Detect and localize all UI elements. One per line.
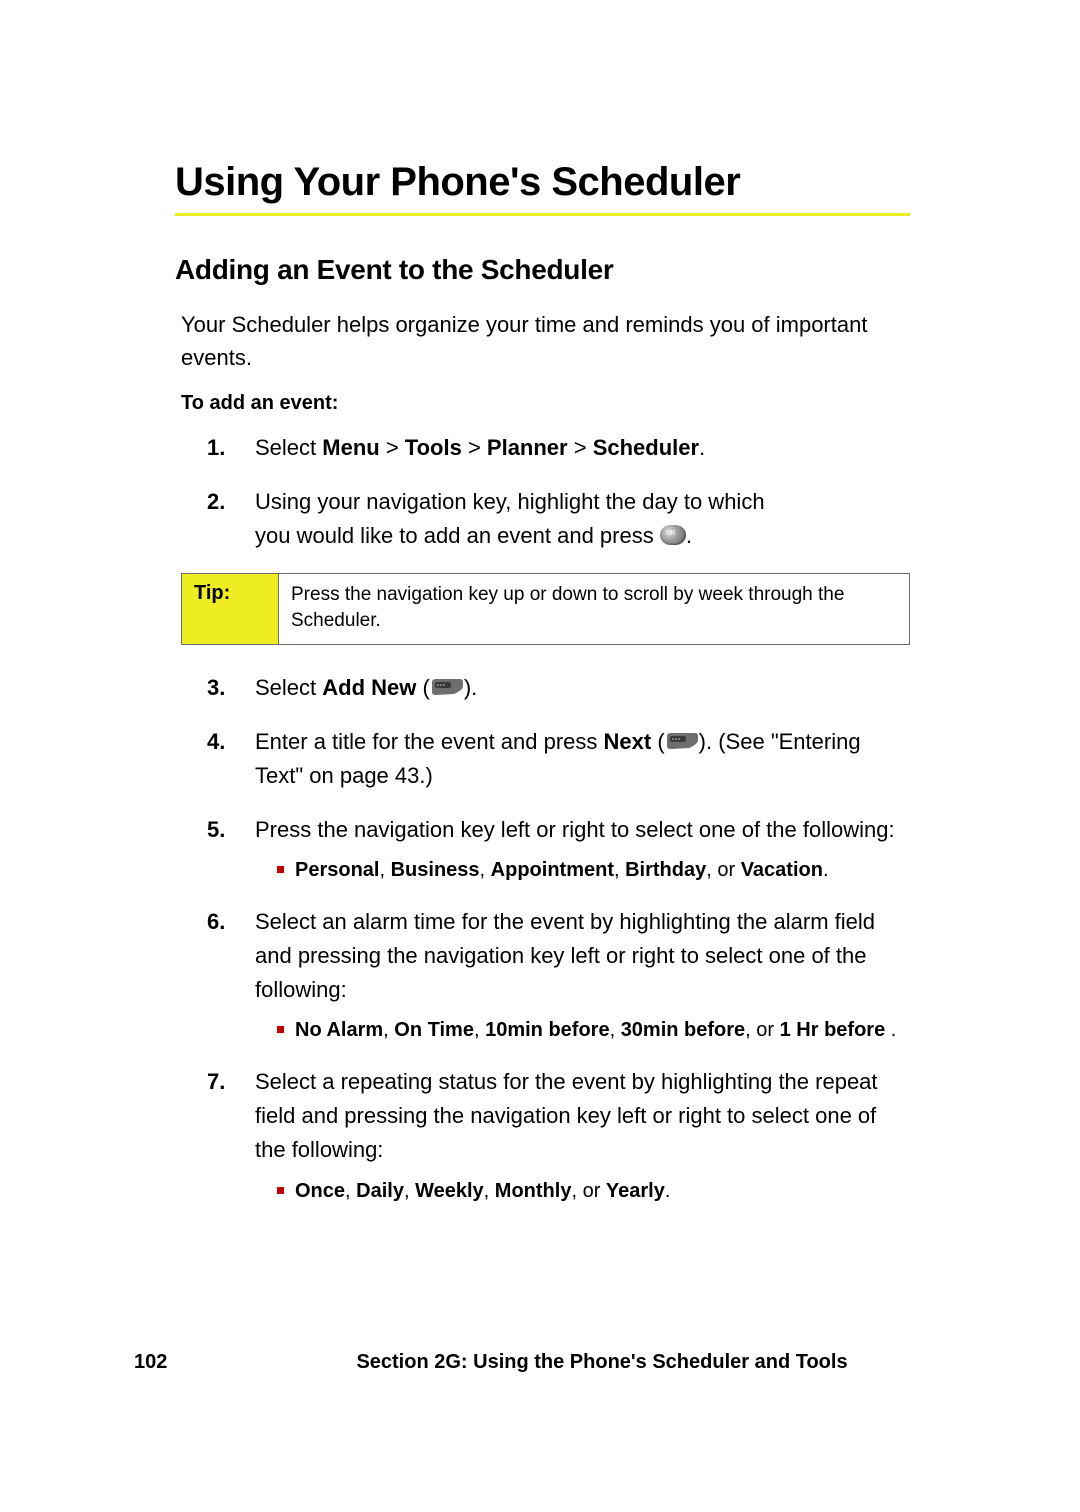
sep: > xyxy=(568,435,593,460)
step-text: Select a repeating status for the event … xyxy=(255,1069,878,1162)
step-3: Select Add New (). xyxy=(231,671,910,705)
title-rule xyxy=(175,213,910,216)
sep: > xyxy=(462,435,487,460)
intro-paragraph: Your Scheduler helps organize your time … xyxy=(181,308,910,374)
option-once: Once xyxy=(295,1180,345,1202)
procedure-lead: To add an event: xyxy=(181,392,910,415)
step-1: Select Menu > Tools > Planner > Schedule… xyxy=(231,431,910,465)
open-paren: ( xyxy=(416,675,429,700)
option-ontime: On Time xyxy=(394,1019,474,1041)
step-text: you would like to add an event and press xyxy=(255,523,660,548)
punct: . xyxy=(699,435,705,460)
ok-key-icon xyxy=(660,525,686,545)
option-business: Business xyxy=(391,859,480,881)
step-5: Press the navigation key left or right t… xyxy=(231,813,910,885)
step-4: Enter a title for the event and press Ne… xyxy=(231,725,910,793)
step-6: Select an alarm time for the event by hi… xyxy=(231,905,910,1045)
options-list: No Alarm, On Time, 10min before, 30min b… xyxy=(255,1015,910,1045)
step-text: Select an alarm time for the event by hi… xyxy=(255,909,875,1002)
menu-path-planner: Planner xyxy=(487,435,568,460)
option-30min: 30min before xyxy=(621,1019,745,1041)
step-7: Select a repeating status for the event … xyxy=(231,1065,910,1205)
document-page: Using Your Phone's Scheduler Adding an E… xyxy=(0,0,1080,1512)
options-list: Once, Daily, Weekly, Monthly, or Yearly. xyxy=(255,1176,910,1206)
page-title: Using Your Phone's Scheduler xyxy=(175,160,910,205)
add-new-label: Add New xyxy=(322,675,416,700)
close-paren: ). (See xyxy=(699,729,771,754)
option-weekly: Weekly xyxy=(415,1180,484,1202)
option-1hr: 1 Hr before xyxy=(780,1019,886,1041)
options-list: Personal, Business, Appointment, Birthda… xyxy=(255,855,910,885)
option-10min: 10min before xyxy=(485,1019,609,1041)
or: , or xyxy=(571,1180,605,1202)
option-vacation: Vacation xyxy=(741,859,823,881)
list-item: Personal, Business, Appointment, Birthda… xyxy=(277,855,910,885)
tip-box: Tip: Press the navigation key up or down… xyxy=(181,573,910,644)
left-softkey-icon xyxy=(430,678,464,696)
steps-list-continued: Select Add New (). Enter a title for the… xyxy=(175,671,910,1206)
or: , or xyxy=(745,1019,779,1041)
step-text: Select xyxy=(255,675,322,700)
step-text: Select xyxy=(255,435,322,460)
menu-path-menu: Menu xyxy=(322,435,379,460)
open-paren: ( xyxy=(651,729,664,754)
sep: > xyxy=(380,435,405,460)
step-text: Enter a title for the event and press xyxy=(255,729,604,754)
option-noalarm: No Alarm xyxy=(295,1019,383,1041)
step-text: Using your navigation key, highlight the… xyxy=(255,489,765,514)
option-monthly: Monthly xyxy=(495,1180,572,1202)
option-daily: Daily xyxy=(356,1180,404,1202)
tip-label: Tip: xyxy=(182,574,279,643)
option-yearly: Yearly xyxy=(606,1180,665,1202)
list-item: No Alarm, On Time, 10min before, 30min b… xyxy=(277,1015,910,1045)
punct: . xyxy=(686,523,692,548)
left-softkey-icon xyxy=(665,732,699,750)
step-text: Press the navigation key left or right t… xyxy=(255,817,895,842)
page-footer: 102 Section 2G: Using the Phone's Schedu… xyxy=(0,1351,1080,1374)
section-heading: Adding an Event to the Scheduler xyxy=(175,254,910,286)
or: , or xyxy=(706,859,740,881)
menu-path-tools: Tools xyxy=(405,435,462,460)
option-birthday: Birthday xyxy=(625,859,706,881)
page-number: 102 xyxy=(134,1351,254,1374)
option-personal: Personal xyxy=(295,859,379,881)
menu-path-scheduler: Scheduler xyxy=(593,435,699,460)
steps-list: Select Menu > Tools > Planner > Schedule… xyxy=(175,431,910,553)
footer-section-title: Section 2G: Using the Phone's Scheduler … xyxy=(254,1351,910,1374)
step-2: Using your navigation key, highlight the… xyxy=(231,485,910,553)
close-paren: ). xyxy=(464,675,477,700)
option-appointment: Appointment xyxy=(491,859,614,881)
list-item: Once, Daily, Weekly, Monthly, or Yearly. xyxy=(277,1176,910,1206)
next-label: Next xyxy=(604,729,652,754)
tip-body: Press the navigation key up or down to s… xyxy=(279,574,909,643)
